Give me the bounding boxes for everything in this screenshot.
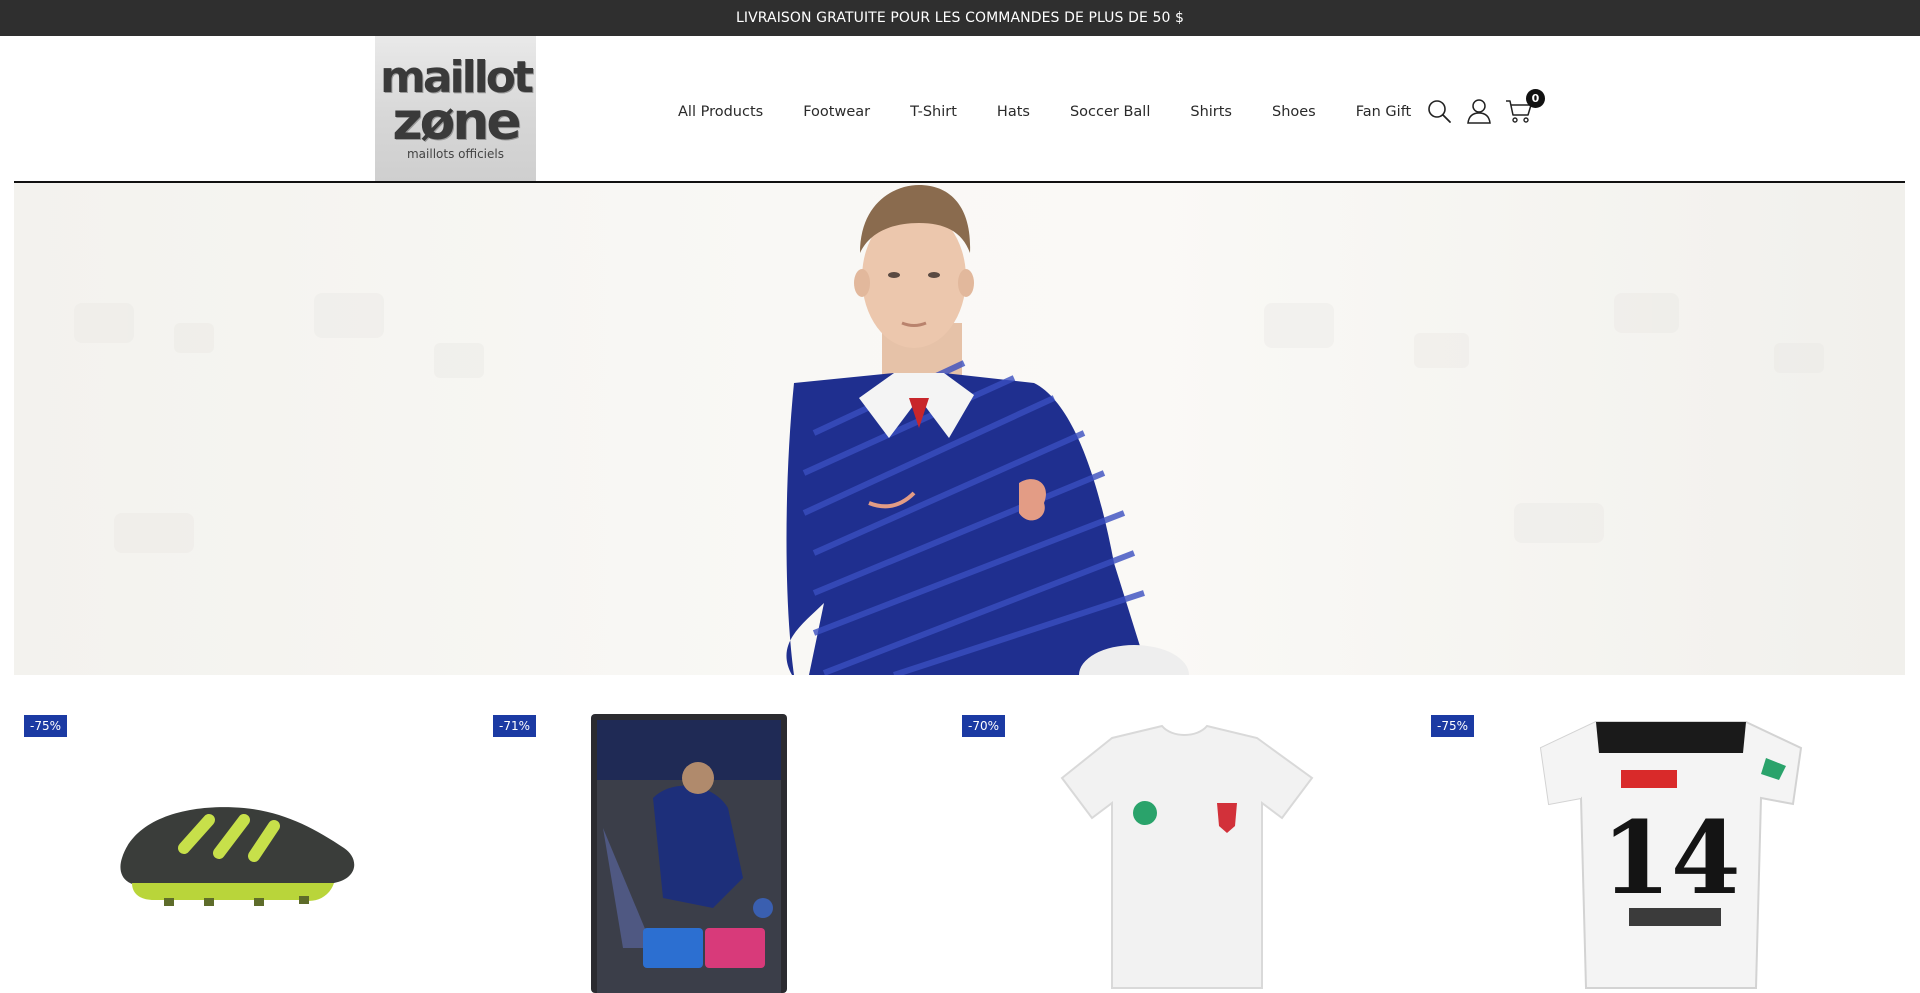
hero-banner[interactable]	[14, 183, 1905, 675]
product-grid: -75% -71% -70% 14 -75%	[14, 708, 1905, 993]
cart-count-badge: 0	[1526, 89, 1545, 108]
svg-text:14: 14	[1601, 799, 1740, 917]
nav-item-fan-gift[interactable]: Fan Gift	[1356, 104, 1412, 120]
nav-item-hats[interactable]: Hats	[997, 104, 1030, 120]
product-card[interactable]: 14 -75%	[1421, 708, 1881, 993]
discount-badge: -75%	[1431, 715, 1475, 737]
search-icon	[1428, 100, 1451, 123]
logo-line-2: zøne	[392, 91, 521, 152]
nav-item-shoes[interactable]: Shoes	[1272, 104, 1316, 120]
announcement-bar: LIVRAISON GRATUITE POUR LES COMMANDES DE…	[0, 0, 1920, 36]
logo[interactable]: maillot zøne maillots officiels	[375, 36, 536, 181]
product-card[interactable]: -70%	[952, 708, 1412, 993]
cart-button[interactable]: 0	[1505, 89, 1545, 125]
logo-tagline: maillots officiels	[406, 146, 504, 161]
discount-badge: -71%	[493, 715, 537, 737]
product-card[interactable]: -71%	[483, 708, 943, 993]
discount-badge: -75%	[24, 715, 68, 737]
product-image-white-jersey: 14	[1539, 721, 1803, 989]
account-button[interactable]	[1465, 97, 1493, 125]
product-image-cleat	[120, 807, 355, 906]
nav-item-t-shirt[interactable]: T-Shirt	[910, 104, 957, 120]
nav-item-footwear[interactable]: Footwear	[803, 104, 870, 120]
product-image-white-tshirt	[1060, 724, 1314, 989]
nav-item-soccer-ball[interactable]: Soccer Ball	[1070, 104, 1150, 120]
discount-badge: -70%	[962, 715, 1006, 737]
announcement-text: LIVRAISON GRATUITE POUR LES COMMANDES DE…	[735, 10, 1185, 26]
product-image-trading-card	[591, 714, 787, 993]
user-icon	[1467, 99, 1491, 124]
main-nav: All Products Footwear T-Shirt Hats Socce…	[678, 100, 1411, 124]
header-icons: 0	[1425, 89, 1545, 128]
product-card[interactable]: -75%	[14, 708, 474, 993]
search-button[interactable]	[1425, 97, 1453, 125]
hero-model-image	[74, 185, 1824, 675]
nav-item-all-products[interactable]: All Products	[678, 104, 763, 120]
site-header: maillot zøne maillots officiels All Prod…	[0, 36, 1920, 182]
nav-item-shirts[interactable]: Shirts	[1190, 104, 1232, 120]
